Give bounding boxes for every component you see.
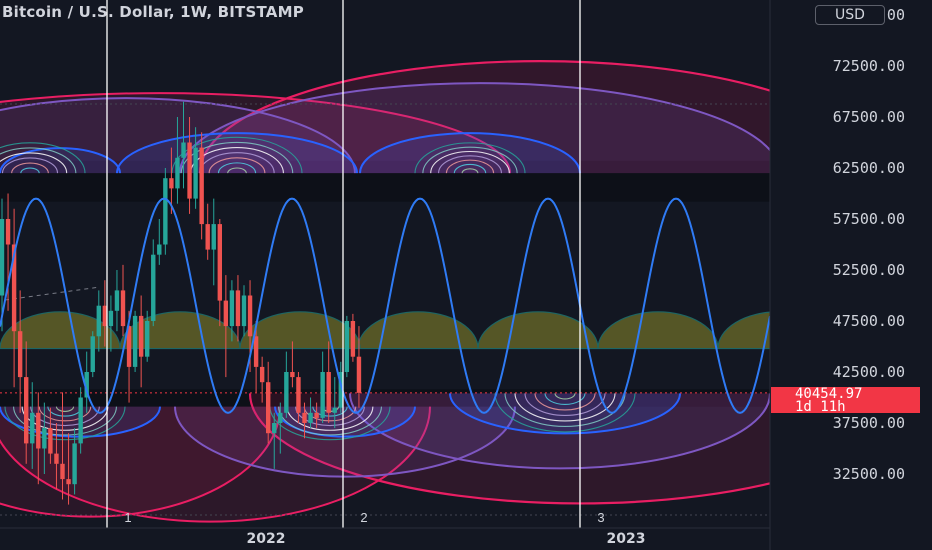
candle-body-26 — [151, 254, 156, 321]
candle-body-16 — [90, 336, 95, 372]
currency-button[interactable]: USD — [815, 5, 885, 25]
chart-title: Bitcoin / U.S. Dollar, 1W, BITSTAMP — [2, 3, 304, 21]
last-price-tag: 40454.97 1d 11h — [771, 387, 920, 415]
candle-body-58 — [344, 321, 350, 372]
candle-body-56 — [332, 407, 337, 413]
cycle-marker-2: 2 — [360, 510, 367, 525]
candle-body-25 — [145, 321, 150, 357]
candle-body-50 — [296, 377, 301, 413]
candle-body-10 — [54, 453, 59, 464]
candle-body-17 — [96, 305, 101, 337]
candle-body-38 — [223, 300, 229, 327]
cycle-marker-1: 1 — [124, 510, 131, 525]
candle-body-52 — [308, 412, 313, 423]
candle-body-55 — [326, 372, 331, 413]
time-label-2023: 2023 — [607, 531, 646, 547]
candle-body-54 — [320, 372, 325, 418]
candle-body-12 — [66, 479, 71, 485]
candle-body-7 — [36, 412, 41, 449]
candle-body-59 — [350, 321, 356, 357]
candle-body-35 — [205, 224, 210, 250]
candle-body-32 — [187, 142, 192, 199]
price-label-42500: 42500.00 — [833, 363, 905, 381]
candle-body-53 — [314, 412, 319, 418]
cycle-marker-3: 3 — [597, 510, 604, 525]
candle-body-42 — [247, 295, 253, 337]
candle-body-21 — [120, 290, 126, 327]
candle-body-30 — [175, 157, 180, 189]
candle-body-4 — [17, 331, 23, 378]
candle-body-19 — [108, 310, 114, 327]
candle-body-49 — [290, 372, 295, 378]
price-label-47500: 47500.00 — [833, 312, 905, 330]
candle-body-36 — [211, 224, 216, 250]
price-label-67500: 67500.00 — [833, 108, 905, 126]
candle-body-46 — [272, 423, 277, 434]
price-label-32500: 32500.00 — [833, 465, 905, 483]
price-label-52500: 52500.00 — [833, 261, 905, 279]
candle-body-29 — [169, 178, 174, 189]
candle-body-28 — [163, 178, 168, 245]
candle-body-37 — [217, 224, 222, 301]
candle-body-31 — [181, 142, 186, 158]
candle-body-39 — [229, 290, 235, 327]
candle-body-5 — [24, 377, 29, 444]
bar-countdown: 1d 11h — [795, 399, 846, 415]
candle-body-8 — [42, 428, 47, 449]
price-label-57500: 57500.00 — [833, 210, 905, 228]
candle-body-44 — [259, 366, 265, 383]
candle-body-20 — [114, 290, 120, 311]
candle-body-6 — [30, 412, 35, 444]
candle-body-43 — [253, 336, 259, 367]
candle-body-47 — [278, 412, 283, 423]
candle-body-33 — [193, 147, 198, 199]
candle-body-13 — [72, 443, 77, 485]
candle-body-34 — [199, 147, 204, 225]
candle-body-60 — [356, 356, 362, 393]
candle-body-45 — [266, 382, 271, 434]
price-label-37500: 37500.00 — [833, 414, 905, 432]
candle-body-2 — [5, 219, 11, 245]
candle-body-27 — [157, 244, 162, 255]
price-label-72500: 72500.00 — [833, 57, 905, 75]
candle-body-23 — [132, 315, 138, 367]
candle-body-48 — [284, 372, 289, 413]
time-label-2022: 2022 — [247, 531, 286, 547]
price-label-62500: 62500.00 — [833, 159, 905, 177]
candle-body-11 — [60, 463, 65, 480]
chart-canvas[interactable]: 12377500.0072500.0067500.0062500.0057500… — [0, 0, 932, 550]
candle-body-40 — [235, 290, 241, 327]
candle-body-24 — [138, 315, 144, 357]
candle-body-14 — [78, 397, 83, 444]
candle-body-9 — [48, 428, 53, 454]
candle-body-51 — [302, 412, 307, 423]
candle-body-41 — [241, 295, 247, 327]
candle-body-1 — [0, 219, 5, 296]
